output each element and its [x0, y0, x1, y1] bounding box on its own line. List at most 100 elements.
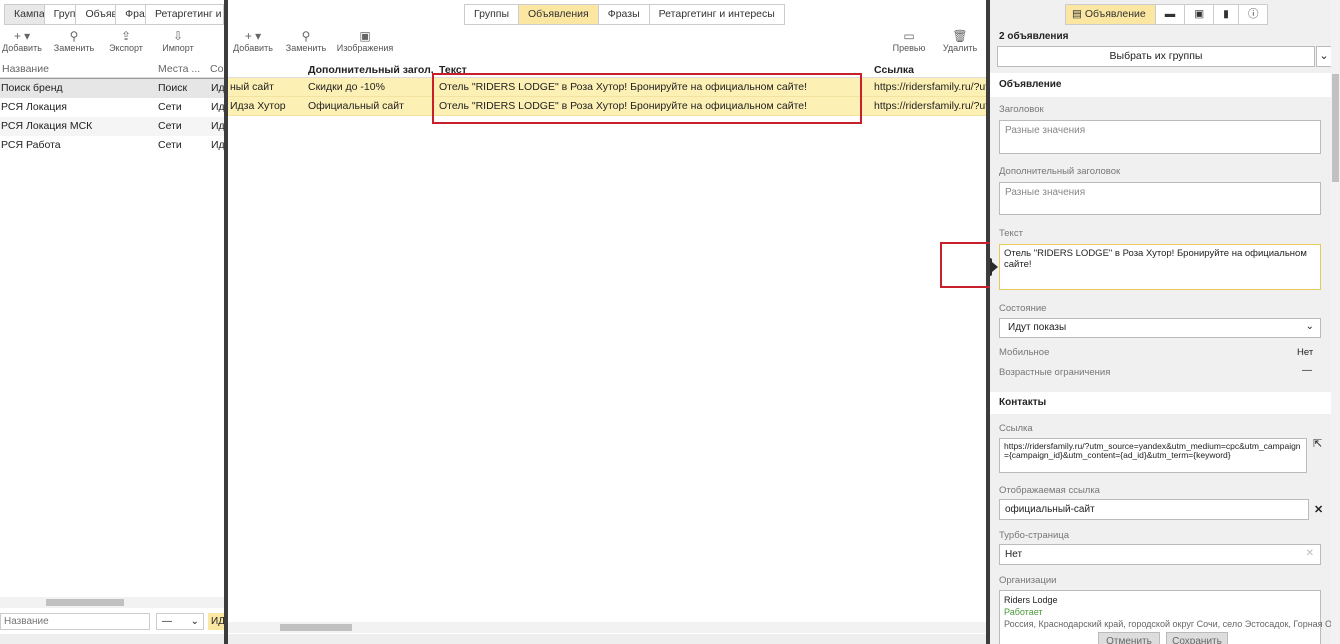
mid-footer	[228, 634, 986, 644]
table-row[interactable]: Поиск бренд Поиск Иду	[0, 78, 224, 99]
select-groups-menu-button[interactable]: ⌄	[1316, 46, 1332, 67]
state-label: Состояние	[999, 303, 1047, 314]
info-icon: ⓘ	[1247, 8, 1259, 20]
preview-button[interactable]: ▭ Превью	[890, 29, 928, 53]
cell-name: РСЯ Локация	[1, 101, 67, 113]
title-field[interactable]: Разные значения	[999, 120, 1321, 154]
tab-video[interactable]: ▮	[1214, 5, 1239, 24]
cell-title: Идза Хутор	[230, 100, 286, 112]
cell-extra: Официальный сайт	[308, 100, 404, 112]
filter-select[interactable]: — ⌄	[156, 613, 204, 630]
table-row[interactable]: РСЯ Локация МСК Сети Иду	[0, 117, 224, 136]
ad-editor-panel: ▤ Объявление ▬ ▣ ▮ ⓘ 2 объявления Выбрат…	[990, 0, 1340, 644]
link-field[interactable]: https://ridersfamily.ru/?utm_source=yand…	[999, 438, 1307, 473]
name-filter-input[interactable]	[0, 613, 150, 630]
import-button[interactable]: ⇩ Импорт	[160, 29, 196, 53]
org-field[interactable]: Riders Lodge Работает Россия, Краснодарс…	[999, 590, 1337, 644]
mid-hscrollbar-thumb[interactable]	[280, 624, 352, 631]
col-extra-title[interactable]: Дополнительный загол...	[308, 64, 433, 76]
tab-retargeting[interactable]: Ретаргетинг и интересы	[650, 5, 784, 24]
table-row[interactable]: РСЯ Работа Сети Иду	[0, 136, 224, 155]
tab-ad-editor[interactable]: ▤ Объявление	[1066, 5, 1156, 24]
display-link-value: официальный-сайт	[1005, 504, 1095, 515]
left-table-header: Название Места ... Со	[0, 61, 224, 78]
extra-title-value: Разные значения	[1005, 187, 1086, 198]
replace-button[interactable]: ⚲ Заменить	[52, 29, 96, 53]
col-name[interactable]: Название	[2, 60, 49, 79]
left-tabs: Кампании Группы Объявления Фразы Ретарге…	[4, 4, 224, 25]
delete-button[interactable]: 🗑 Удалить	[940, 29, 980, 53]
state-select[interactable]: Идут показы ⌄	[999, 318, 1321, 338]
turbo-select[interactable]: Нет ✕	[999, 544, 1321, 565]
image-icon: ▣	[359, 29, 371, 43]
tab-retargeting[interactable]: Ретаргетинг и интересы	[146, 5, 223, 24]
save-label: Сохранить	[1172, 636, 1222, 644]
tab-ads[interactable]: Объявления	[76, 5, 117, 24]
trash-icon: 🗑	[952, 29, 968, 43]
age-label: Возрастные ограничения	[999, 367, 1111, 378]
left-hscrollbar-thumb[interactable]	[46, 599, 124, 606]
select-groups-button[interactable]: Выбрать их группы	[997, 46, 1315, 67]
add-label: Добавить	[233, 43, 273, 53]
export-button[interactable]: ⇪ Экспорт	[107, 29, 145, 53]
mobile-label: Мобильное	[999, 347, 1050, 358]
tab-phrases[interactable]: Фразы	[116, 5, 146, 24]
middle-tabs: Группы Объявления Фразы Ретаргетинг и ин…	[464, 4, 785, 25]
tab-ads[interactable]: Объявления	[519, 5, 599, 24]
video-icon: ▮	[1223, 8, 1229, 20]
preview-icon: ▭	[903, 29, 915, 43]
cell-title: ный сайт	[230, 81, 274, 93]
cell-link: https://ridersfamily.ru/?utm_	[874, 81, 986, 93]
tab-contacts[interactable]: ▬	[1156, 5, 1186, 24]
col-place[interactable]: Места ...	[158, 60, 206, 79]
turbo-value: Нет	[1005, 549, 1023, 560]
image-icon: ▣	[1194, 8, 1205, 20]
external-link-icon[interactable]: ⇱	[1313, 437, 1322, 450]
table-row[interactable]: РСЯ Локация Сети Иду	[0, 98, 224, 117]
left-footer	[0, 634, 224, 644]
col-status[interactable]: Со	[210, 60, 223, 79]
add-ad-button[interactable]: + ▾ Добавить	[232, 29, 274, 53]
save-button[interactable]: Сохранить	[1166, 632, 1228, 644]
replace-label: Заменить	[285, 43, 327, 53]
tab-image[interactable]: ▣	[1185, 5, 1215, 24]
right-tabs: ▤ Объявление ▬ ▣ ▮ ⓘ	[1065, 4, 1269, 25]
export-label: Экспорт	[109, 43, 143, 53]
add-button[interactable]: + ▾ Добавить	[2, 29, 42, 53]
import-icon: ⇩	[172, 29, 184, 43]
right-vscrollbar-thumb[interactable]	[1332, 74, 1339, 182]
tab-campaigns[interactable]: Кампании	[5, 5, 45, 24]
text-field[interactable]: Отель "RIDERS LODGE" в Роза Хутор! Брони…	[999, 244, 1321, 290]
chevron-down-icon: ⌄	[1319, 50, 1329, 62]
import-label: Импорт	[162, 43, 194, 53]
cell-status: Иду	[211, 101, 224, 113]
card-icon: ▬	[1164, 8, 1176, 20]
clear-display-link-icon[interactable]: ✕	[1314, 503, 1323, 516]
tab-info[interactable]: ⓘ	[1239, 5, 1268, 24]
tab-groups[interactable]: Группы	[45, 5, 77, 24]
link-label: Ссылка	[999, 423, 1033, 434]
images-button[interactable]: ▣ Изображения	[336, 29, 394, 53]
select-groups-label: Выбрать их группы	[1109, 50, 1203, 62]
mobile-value: Нет	[1297, 347, 1314, 358]
search-icon: ⚲	[69, 29, 79, 43]
org-name: Riders Lodge	[1004, 595, 1058, 605]
cell-name: Поиск бренд	[1, 82, 63, 94]
org-label: Организации	[999, 575, 1057, 586]
cancel-button[interactable]: Отменить	[1098, 632, 1160, 644]
section-ad: Объявление	[990, 73, 1331, 97]
tab-groups[interactable]: Группы	[465, 5, 519, 24]
cancel-label: Отменить	[1106, 636, 1152, 644]
clear-icon[interactable]: ✕	[1306, 548, 1314, 559]
replace-ad-button[interactable]: ⚲ Заменить	[284, 29, 328, 53]
id-badge[interactable]: ИД	[208, 613, 224, 630]
replace-label: Заменить	[53, 43, 95, 53]
tab-phrases[interactable]: Фразы	[599, 5, 650, 24]
cell-status: Иду	[211, 139, 224, 151]
extra-title-label: Дополнительный заголовок	[999, 166, 1121, 177]
display-link-field[interactable]: официальный-сайт	[999, 499, 1309, 520]
preview-label: Превью	[892, 43, 926, 53]
col-link[interactable]: Ссылка	[874, 64, 914, 76]
extra-title-field[interactable]: Разные значения	[999, 182, 1321, 215]
age-value[interactable]: —	[1302, 365, 1312, 376]
